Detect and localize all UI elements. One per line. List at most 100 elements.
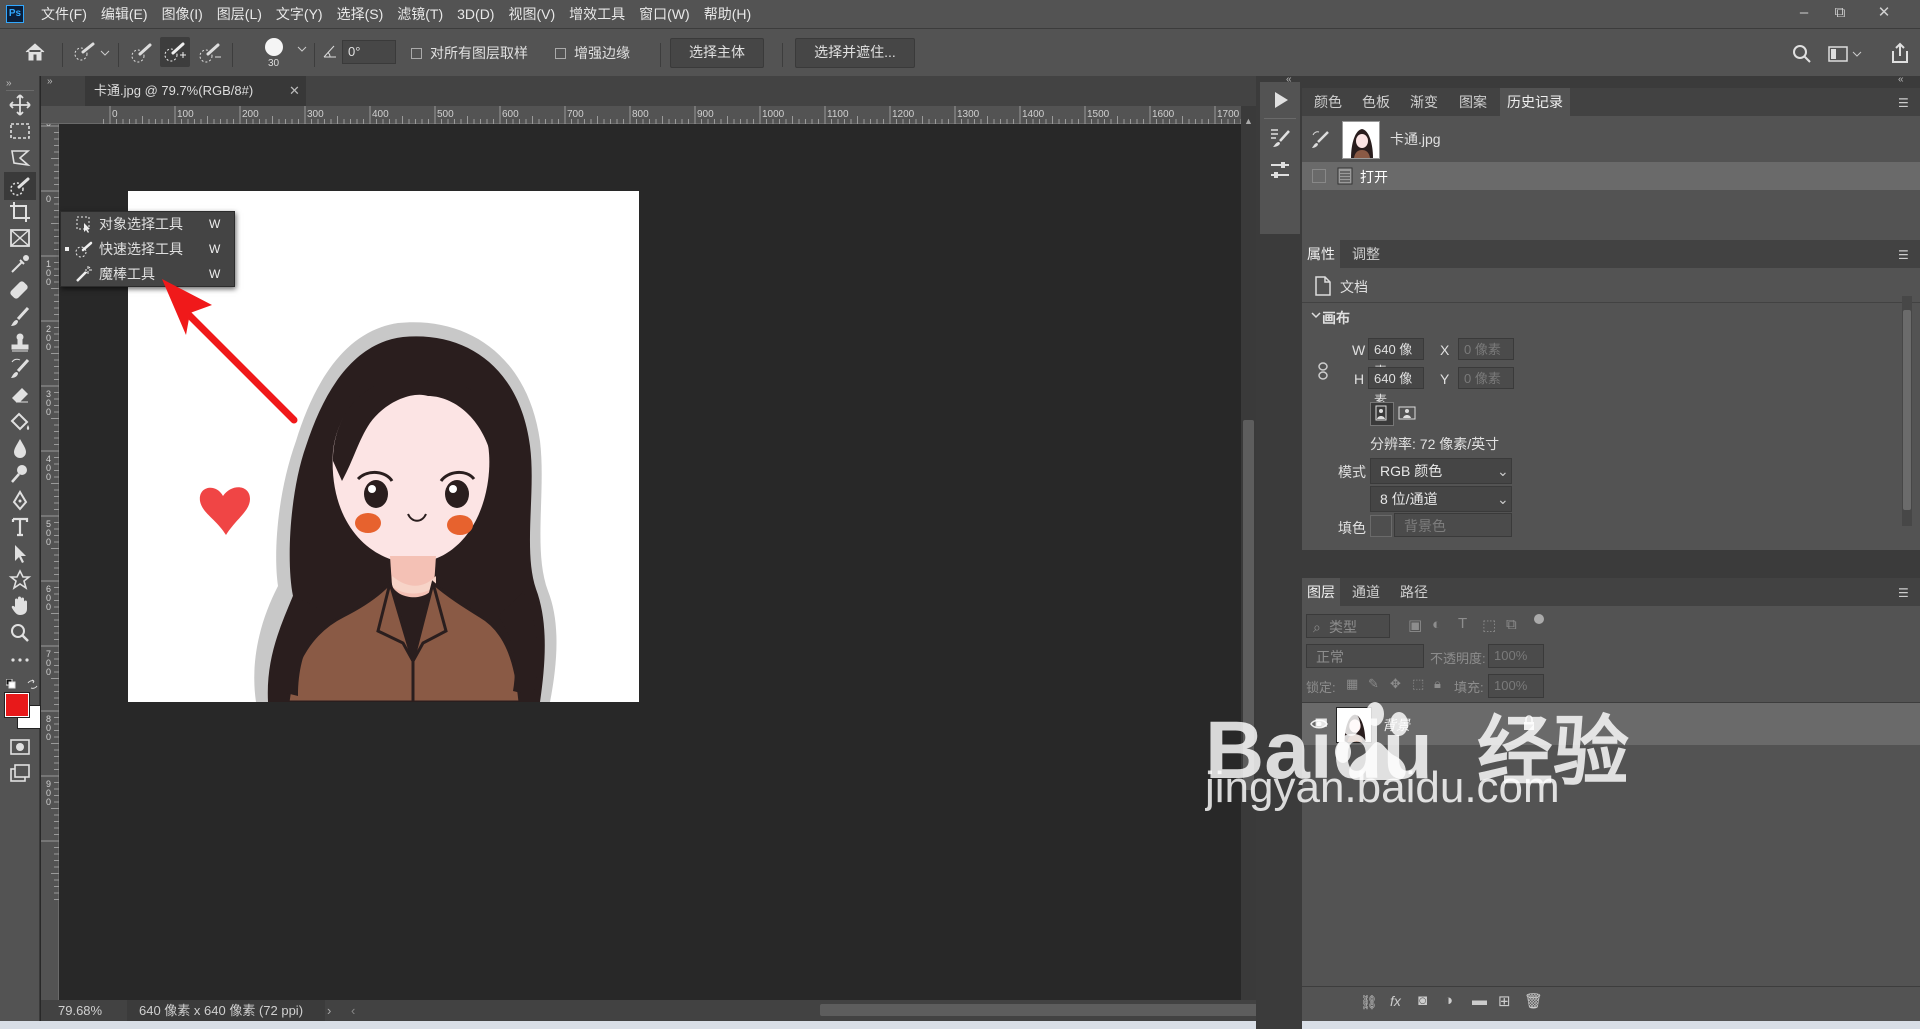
- tab-paths[interactable]: 路径: [1392, 578, 1436, 606]
- color-mode-select[interactable]: RGB 颜色 ⌄: [1370, 458, 1512, 484]
- x-field[interactable]: 0 像素: [1458, 338, 1514, 360]
- clone-stamp-tool-icon[interactable]: [8, 331, 32, 355]
- menu-item-8[interactable]: 视图(V): [501, 0, 562, 28]
- zoom-tool-icon[interactable]: [8, 621, 32, 645]
- eraser-tool-icon[interactable]: [8, 383, 32, 407]
- lock-image-icon[interactable]: ✎: [1368, 676, 1379, 692]
- history-brush-source-icon[interactable]: [1310, 130, 1330, 150]
- brush-settings-icon[interactable]: [1268, 126, 1292, 150]
- snapshot-name[interactable]: 卡通.jpg: [1390, 129, 1441, 149]
- select-and-mask-button[interactable]: 选择并遮住...: [795, 38, 915, 68]
- panel-menu-icon[interactable]: ☰: [1898, 96, 1909, 110]
- layer-row-background[interactable]: 背景: [1302, 703, 1920, 745]
- paint-bucket-tool-icon[interactable]: [8, 410, 32, 434]
- shape-tool-icon[interactable]: [8, 568, 32, 592]
- menu-item-5[interactable]: 选择(S): [330, 0, 391, 28]
- dodge-tool-icon[interactable]: [8, 462, 32, 486]
- adjustments-sliders-icon[interactable]: [1268, 158, 1292, 182]
- width-field[interactable]: 640 像素: [1368, 338, 1424, 379]
- adjustment-layer-icon[interactable]: ◑: [1444, 992, 1453, 1009]
- link-icon[interactable]: [1316, 362, 1330, 380]
- add-mask-icon[interactable]: ◙: [1418, 992, 1427, 1009]
- menu-item-0[interactable]: 文件(F): [34, 0, 94, 28]
- landscape-orientation-icon[interactable]: [1396, 402, 1418, 424]
- crop-tool-icon[interactable]: [8, 200, 32, 224]
- link-layers-icon[interactable]: ⛓︎: [1360, 994, 1378, 1011]
- y-field[interactable]: 0 像素: [1458, 367, 1514, 389]
- eye-icon[interactable]: [1310, 715, 1328, 733]
- filter-shape-icon[interactable]: ⬚: [1482, 616, 1496, 634]
- menu-item-4[interactable]: 文字(Y): [269, 0, 330, 28]
- brush-size-preview[interactable]: [265, 38, 283, 56]
- close-button[interactable]: ✕: [1864, 0, 1904, 28]
- screen-mode-icon[interactable]: [8, 761, 32, 785]
- filter-smart-object-icon[interactable]: ⧉: [1506, 616, 1517, 633]
- new-group-icon[interactable]: ▬: [1472, 992, 1487, 1009]
- tool-preset-picker[interactable]: [73, 41, 113, 63]
- opacity-field[interactable]: 100%: [1488, 644, 1544, 668]
- history-brush-tool-icon[interactable]: [8, 357, 32, 381]
- lock-transparent-icon[interactable]: ▦: [1346, 676, 1358, 692]
- marquee-tool-icon[interactable]: [8, 119, 32, 143]
- tab-color[interactable]: 颜色: [1306, 88, 1350, 116]
- new-selection-icon[interactable]: [128, 39, 156, 67]
- lock-artboard-icon[interactable]: ⬚: [1412, 676, 1424, 692]
- portrait-orientation-icon[interactable]: [1370, 402, 1394, 426]
- add-to-selection-icon[interactable]: [160, 37, 190, 67]
- default-colors-icon[interactable]: [6, 679, 16, 689]
- quick-mask-icon[interactable]: [8, 735, 32, 759]
- menu-item-1[interactable]: 编辑(E): [94, 0, 155, 28]
- pen-tool-icon[interactable]: [8, 489, 32, 513]
- tab-history[interactable]: 历史记录: [1500, 88, 1570, 116]
- layer-filter-select[interactable]: ⌕ 类型: [1306, 614, 1390, 638]
- layer-lock-icon[interactable]: [1522, 715, 1536, 731]
- tab-patterns[interactable]: 图案: [1450, 88, 1496, 116]
- layers-menu-icon[interactable]: ☰: [1898, 586, 1909, 600]
- vertical-scroll-thumb[interactable]: [1243, 420, 1254, 790]
- swap-colors-icon[interactable]: [27, 679, 38, 690]
- menu-item-11[interactable]: 帮助(H): [697, 0, 758, 28]
- tab-adjustments[interactable]: 调整: [1344, 240, 1388, 268]
- search-icon[interactable]: [1792, 44, 1812, 64]
- filter-type-icon[interactable]: T: [1458, 615, 1467, 632]
- menu-item-3[interactable]: 图层(L): [210, 0, 269, 28]
- flyout-item-quick-select[interactable]: 快速选择工具 W: [61, 237, 234, 261]
- menu-item-7[interactable]: 3D(D): [450, 0, 501, 28]
- play-actions-icon[interactable]: [1268, 88, 1292, 112]
- frame-tool-icon[interactable]: [8, 226, 32, 250]
- menu-item-9[interactable]: 增效工具: [562, 0, 632, 28]
- home-icon[interactable]: [22, 39, 48, 65]
- history-state-row[interactable]: 打开: [1302, 162, 1920, 190]
- type-tool-icon[interactable]: [8, 515, 32, 539]
- lock-all-icon[interactable]: 🔒︎: [1434, 676, 1441, 692]
- restore-button[interactable]: ⧉: [1820, 0, 1860, 28]
- fx-icon[interactable]: fx: [1390, 993, 1401, 1009]
- properties-scrollbar[interactable]: [1902, 296, 1912, 526]
- document-tab[interactable]: 卡通.jpg @ 79.7%(RGB/8#) ✕: [85, 76, 306, 106]
- height-field[interactable]: 640 像素: [1368, 367, 1424, 408]
- tab-swatches[interactable]: 色板: [1354, 88, 1398, 116]
- foreground-color-swatch[interactable]: [4, 692, 30, 718]
- close-tab-icon[interactable]: ✕: [289, 76, 300, 106]
- blur-tool-icon[interactable]: [8, 436, 32, 460]
- filter-pixel-icon[interactable]: ▣: [1408, 616, 1422, 634]
- fill-swatch[interactable]: [1370, 515, 1392, 537]
- scroll-up-icon[interactable]: ▲: [1244, 116, 1253, 126]
- chevron-down-icon[interactable]: [296, 43, 308, 55]
- quick-selection-tool-icon[interactable]: [8, 174, 32, 198]
- delete-layer-icon[interactable]: 🗑︎: [1524, 992, 1543, 1010]
- tab-properties[interactable]: 属性: [1302, 240, 1340, 268]
- blend-mode-select[interactable]: 正常: [1306, 644, 1424, 668]
- share-icon[interactable]: [1890, 42, 1910, 64]
- select-subject-button[interactable]: 选择主体: [670, 38, 764, 68]
- properties-menu-icon[interactable]: ☰: [1898, 248, 1909, 262]
- lock-position-icon[interactable]: ✥: [1390, 676, 1401, 692]
- fill-opacity-field[interactable]: 100%: [1488, 674, 1544, 698]
- filter-adjustment-icon[interactable]: ◐: [1432, 616, 1441, 633]
- zoom-level[interactable]: 79.68%: [58, 1000, 102, 1021]
- menu-item-6[interactable]: 滤镜(T): [390, 0, 450, 28]
- scroll-left-icon[interactable]: ‹: [351, 1000, 355, 1021]
- more-tools-icon[interactable]: [8, 648, 32, 672]
- tab-gradients[interactable]: 渐变: [1402, 88, 1446, 116]
- lasso-tool-icon[interactable]: [8, 146, 32, 170]
